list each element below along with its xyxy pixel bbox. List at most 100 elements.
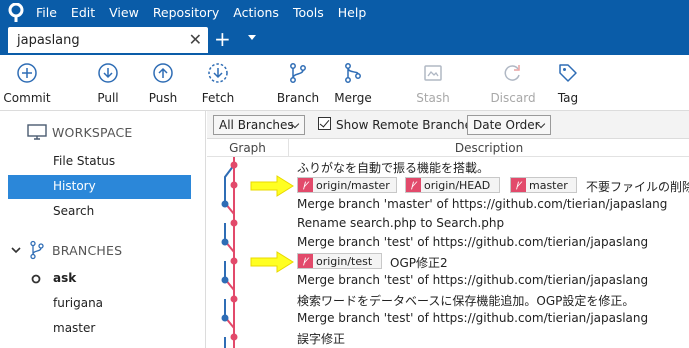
ref-master[interactable]: ꝩ master (510, 177, 577, 193)
workspace-section[interactable]: WORKSPACE (0, 117, 206, 147)
menu-repository[interactable]: Repository (153, 5, 219, 20)
commit-row[interactable]: ꝩ origin/master ꝩ origin/HEAD ꝩ master 不… (297, 176, 689, 195)
menu-view[interactable]: View (109, 5, 139, 20)
commit-list: ふりがなを自動で振る機能を搭載。 ꝩ origin/master ꝩ origi… (207, 157, 689, 348)
branch-item-furigana[interactable]: furigana (8, 292, 191, 316)
branch-label: Branch (276, 91, 320, 105)
show-remote-checkbox[interactable] (318, 117, 331, 130)
commit-dot (230, 295, 238, 303)
commit-message: Merge branch 'test' of https://github.co… (297, 273, 649, 287)
commit-row[interactable]: ꝩ origin/test OGP修正2 (297, 252, 689, 271)
tag-icon (559, 64, 577, 82)
commit-message: OGP修正2 (390, 256, 448, 270)
menu-help[interactable]: Help (338, 5, 367, 20)
close-icon[interactable]: ✕ (189, 30, 202, 49)
commit-message: Merge branch 'test' of https://github.co… (297, 235, 649, 249)
commit-row[interactable]: Merge branch 'test' of https://github.co… (297, 309, 689, 328)
branch-icon (290, 63, 306, 83)
commit-row[interactable]: 検索ワードをデータベースに保存機能追加。OGP設定を修正。 (297, 290, 689, 309)
fetch-icon (208, 63, 228, 83)
sidebar: WORKSPACE File Status History Search BRA… (0, 111, 206, 348)
pull-icon (98, 63, 118, 83)
chevron-down-icon[interactable] (11, 247, 21, 254)
pull-button[interactable]: Pull (78, 55, 138, 111)
sidebar-item-file-status[interactable]: File Status (8, 150, 191, 174)
commit-icon (17, 63, 37, 83)
commit-message: Merge branch 'master' of https://github.… (297, 197, 668, 211)
tab-japaslang[interactable]: japaslang ✕ (8, 27, 208, 53)
workspace-label: WORKSPACE (52, 125, 133, 140)
branch-icon: ꝩ (511, 178, 526, 192)
push-label: Push (148, 91, 178, 105)
commit-dot (221, 200, 229, 208)
sidebar-item-history[interactable]: History (8, 175, 191, 199)
commit-dot (230, 181, 238, 189)
monitor-icon (27, 124, 47, 140)
tag-label: Tag (557, 91, 579, 105)
annotation-arrow-icon (250, 175, 294, 197)
commit-label: Commit (3, 91, 51, 105)
stash-label: Stash (416, 91, 450, 105)
branch-label: ask (53, 271, 77, 285)
branches-label: BRANCHES (52, 243, 123, 258)
ref-origin-head[interactable]: ꝩ origin/HEAD (405, 177, 500, 193)
commit-row[interactable]: ふりがなを自動で振る機能を搭載。 (297, 157, 689, 176)
commit-row[interactable]: Rename search.php to Search.php (297, 214, 689, 233)
ref-label: master (529, 179, 568, 192)
order-select[interactable]: Date Order (467, 115, 551, 135)
branch-label: furigana (53, 296, 104, 310)
menu-actions[interactable]: Actions (233, 5, 279, 20)
branch-item-master[interactable]: master (8, 317, 191, 341)
merge-button[interactable]: Merge (323, 55, 383, 111)
ref-label: origin/test (316, 255, 373, 268)
toolbar: Commit Pull Push Fetch Branch Merge Stas… (0, 55, 689, 111)
pull-label: Pull (97, 91, 119, 105)
commit-dot (230, 219, 238, 227)
commit-dot (230, 257, 238, 265)
commit-row[interactable]: Merge branch 'test' of https://github.co… (297, 233, 689, 252)
fetch-button[interactable]: Fetch (188, 55, 248, 111)
filter-bar: All Branches Show Remote Branches Date O… (207, 111, 689, 139)
order-select-value: Date Order (473, 118, 540, 132)
commit-row[interactable]: Merge branch 'master' of https://github.… (297, 195, 689, 214)
merge-label: Merge (334, 91, 372, 105)
commit-message: 誤字修正 (297, 332, 346, 346)
stash-button[interactable]: Stash (403, 55, 463, 111)
menu-file[interactable]: File (36, 5, 57, 20)
commit-message: Merge branch 'test' of https://github.co… (297, 311, 649, 325)
merge-icon (345, 63, 361, 83)
menu-edit[interactable]: Edit (71, 5, 95, 20)
discard-button[interactable]: Discard (483, 55, 543, 111)
chevron-down-icon[interactable] (248, 35, 256, 40)
ref-origin-master[interactable]: ꝩ origin/master (297, 177, 397, 193)
fetch-label: Fetch (201, 91, 235, 105)
branches-select-value: All Branches (219, 118, 294, 132)
branch-item-ask[interactable]: ask (8, 267, 191, 291)
sidebar-item-label: History (53, 179, 96, 193)
menu-tools[interactable]: Tools (293, 5, 324, 20)
branches-select[interactable]: All Branches (213, 115, 305, 135)
remote-branch-icon: ꝩ (298, 178, 313, 192)
commit-row[interactable]: 誤字修正 (297, 328, 689, 347)
tag-button[interactable]: Tag (538, 55, 598, 111)
add-tab-icon[interactable]: + (214, 27, 231, 51)
description-column-header[interactable]: Description (289, 139, 689, 155)
ref-origin-test[interactable]: ꝩ origin/test (297, 253, 382, 269)
commit-message: ふりがなを自動で振る機能を搭載。 (297, 161, 490, 175)
sidebar-item-label: Search (53, 204, 95, 218)
commit-button[interactable]: Commit (0, 55, 57, 111)
graph-column-header[interactable]: Graph (207, 139, 289, 157)
commit-row[interactable]: Merge branch 'test' of https://github.co… (297, 271, 689, 290)
tab-label: japaslang (17, 33, 80, 48)
branch-icon (30, 240, 44, 260)
annotation-arrow-icon (250, 251, 294, 273)
branches-section[interactable]: BRANCHES (0, 235, 206, 265)
discard-icon (504, 65, 520, 81)
discard-label: Discard (490, 91, 536, 105)
remote-branch-icon: ꝩ (298, 254, 313, 268)
column-headers: Graph Description (207, 139, 689, 157)
sidebar-item-search[interactable]: Search (8, 200, 191, 224)
push-button[interactable]: Push (133, 55, 193, 111)
branch-button[interactable]: Branch (268, 55, 328, 111)
commit-dot (230, 333, 238, 341)
